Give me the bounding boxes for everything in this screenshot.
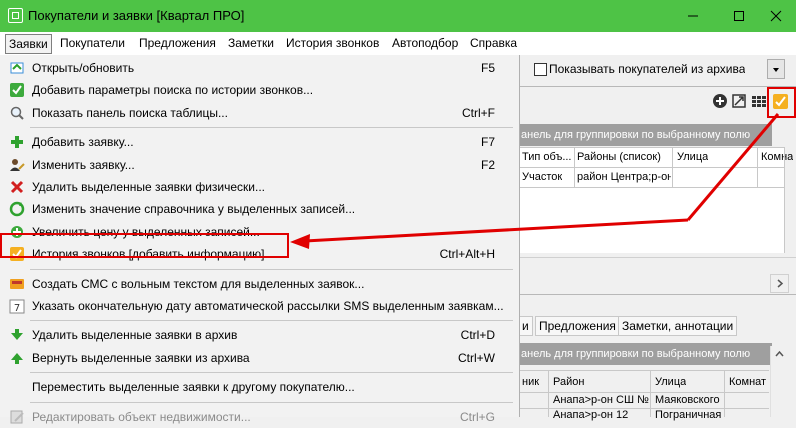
annotation-arrow — [290, 113, 780, 249]
